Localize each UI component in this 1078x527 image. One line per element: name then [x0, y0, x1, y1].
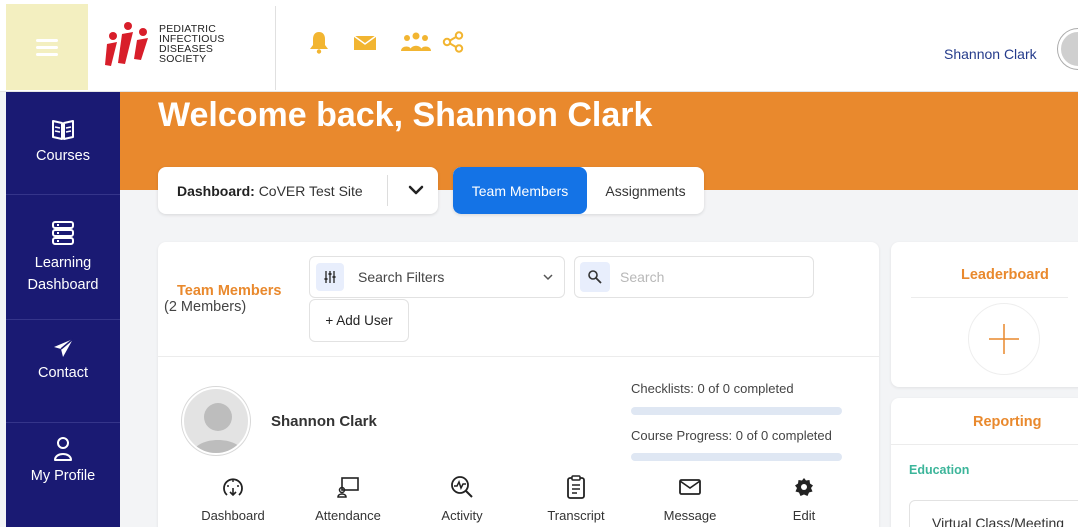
leaderboard-divider	[911, 297, 1068, 298]
message-action-button[interactable]: Message	[640, 474, 740, 523]
pids-logo-mark-icon	[105, 22, 148, 66]
dashboard-action-button[interactable]: Dashboard	[183, 474, 283, 523]
sidebar-item-label: Courses	[36, 148, 90, 164]
dashboard-select-text: Dashboard: CoVER Test Site	[158, 183, 363, 199]
paper-plane-icon	[54, 338, 74, 357]
action-label: Attendance	[315, 508, 381, 523]
checklists-progress-bar	[631, 407, 842, 415]
action-label: Activity	[441, 508, 483, 523]
dashboard-select-divider	[387, 175, 388, 206]
header-divider	[275, 6, 276, 90]
menu-toggle-button[interactable]	[6, 4, 88, 90]
dashboard-gauge-icon	[223, 478, 243, 497]
sidebar-item-label: Contact	[38, 365, 88, 381]
group-icon[interactable]	[400, 31, 432, 53]
team-members-title: Team Members	[177, 283, 282, 299]
chevron-down-icon	[543, 274, 553, 281]
card-divider	[158, 356, 879, 357]
member-avatar[interactable]	[182, 387, 250, 455]
envelope-icon[interactable]	[352, 32, 378, 52]
pids-logo[interactable]: PEDIATRIC INFECTIOUS DISEASES SOCIETY	[103, 18, 225, 70]
virtual-class-report-item[interactable]: Virtual Class/Meeting	[909, 500, 1078, 527]
checklists-progress-label: Checklists: 0 of 0 completed	[631, 381, 794, 396]
course-progress-bar	[631, 453, 842, 461]
action-label: Message	[663, 508, 717, 523]
list-icon	[52, 221, 74, 245]
activity-icon	[451, 476, 473, 498]
plus-icon	[989, 324, 1019, 354]
attendance-action-button[interactable]: Attendance	[298, 474, 398, 523]
sidebar-divider	[6, 194, 120, 195]
search-icon[interactable]	[580, 262, 610, 292]
sidebar-item-contact[interactable]: Contact	[6, 329, 120, 381]
add-leaderboard-button[interactable]	[968, 303, 1040, 375]
envelope-icon	[679, 479, 701, 495]
person-icon	[54, 437, 72, 461]
page-title: Welcome back, Shannon Clark	[158, 96, 653, 134]
activity-action-button[interactable]: Activity	[412, 474, 512, 523]
member-name[interactable]: Shannon Clark	[271, 413, 377, 430]
leaderboard-title: Leaderboard	[961, 267, 1049, 283]
add-user-button[interactable]: + Add User	[309, 299, 409, 342]
search-filters-label: Search Filters	[358, 269, 445, 285]
reporting-title: Reporting	[973, 414, 1042, 430]
header-user-name[interactable]: Shannon Clark	[944, 46, 1037, 62]
sidebar-item-my-profile[interactable]: My Profile	[6, 432, 120, 484]
tab-assignments[interactable]: Assignments	[587, 167, 704, 214]
search-filters-select[interactable]: Search Filters	[309, 256, 565, 298]
edit-action-button[interactable]: Edit	[754, 474, 854, 523]
sidebar-item-label: My Profile	[30, 468, 96, 484]
attendance-icon	[337, 477, 359, 498]
logo-wordmark: PEDIATRIC INFECTIOUS DISEASES SOCIETY	[159, 24, 225, 65]
action-label: Transcript	[547, 508, 605, 523]
dashboard-select[interactable]: Dashboard: CoVER Test Site	[158, 167, 438, 214]
sidebar-divider	[6, 422, 120, 423]
header-icons	[308, 30, 464, 54]
logo-line: SOCIETY	[159, 53, 207, 65]
education-section-label: Education	[909, 463, 970, 477]
team-members-card: Team Members (2 Members) Search Filters …	[158, 242, 879, 527]
course-progress-label: Course Progress: 0 of 0 completed	[631, 428, 832, 443]
report-item-label: Virtual Class/Meeting	[932, 515, 1065, 527]
transcript-action-button[interactable]: Transcript	[526, 474, 626, 523]
share-icon[interactable]	[442, 31, 464, 53]
avatar-placeholder-icon	[192, 403, 244, 453]
dashboard-select-label: Dashboard:	[177, 182, 255, 199]
view-tabs: Team Members Assignments	[453, 167, 704, 214]
bell-icon[interactable]	[308, 30, 330, 54]
search-input[interactable]	[620, 269, 800, 285]
team-members-count: (2 Members)	[164, 299, 247, 315]
dashboard-select-value: CoVER Test Site	[258, 182, 363, 199]
sliders-icon	[316, 263, 344, 291]
leaderboard-card: Leaderboard	[891, 242, 1078, 387]
sidebar-item-label: Learning Dashboard	[27, 255, 99, 293]
sidebar-item-learning-dashboard[interactable]: Learning Dashboard	[6, 216, 120, 296]
sidebar-item-courses[interactable]: Courses	[6, 112, 120, 164]
search-box	[574, 256, 814, 298]
clipboard-icon	[567, 475, 585, 499]
reporting-divider	[891, 444, 1078, 445]
action-label: Dashboard	[201, 508, 265, 523]
chevron-down-icon[interactable]	[408, 181, 424, 199]
top-header: PEDIATRIC INFECTIOUS DISEASES SOCIETY Sh…	[0, 0, 1078, 92]
reporting-card: Reporting Education Virtual Class/Meetin…	[891, 398, 1078, 527]
tab-team-members[interactable]: Team Members	[453, 167, 587, 214]
action-label: Edit	[792, 508, 816, 523]
header-avatar[interactable]	[1058, 29, 1078, 69]
hamburger-icon	[36, 35, 58, 60]
sidebar: Courses Learning Dashboard Contact My Pr…	[6, 92, 120, 527]
sidebar-divider	[6, 319, 120, 320]
book-icon	[52, 120, 74, 140]
gear-icon	[795, 478, 813, 496]
